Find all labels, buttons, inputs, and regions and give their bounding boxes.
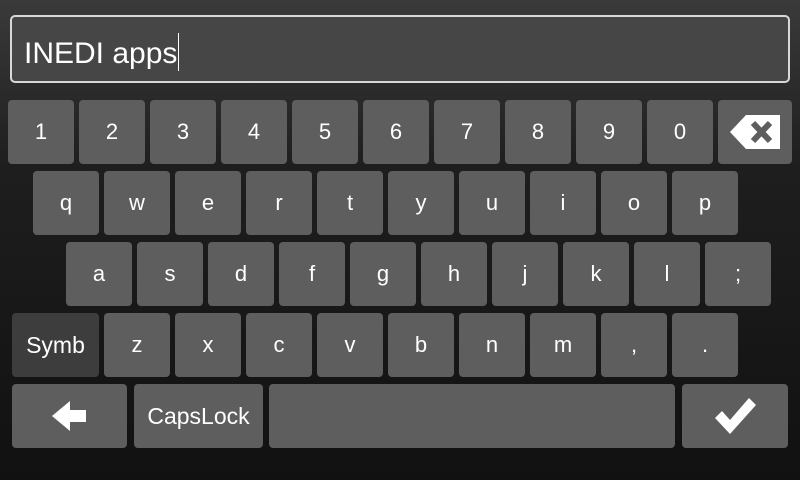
- key-l[interactable]: l: [634, 242, 700, 306]
- checkmark-icon: [715, 398, 756, 434]
- key-u[interactable]: u: [459, 171, 525, 235]
- input-value-container: INEDI apps: [24, 33, 180, 71]
- space-bar[interactable]: [269, 384, 675, 448]
- key-semicolon[interactable]: ;: [705, 242, 771, 306]
- key-m[interactable]: m: [530, 313, 596, 377]
- key-z[interactable]: z: [104, 313, 170, 377]
- arrow-left-icon: [51, 401, 86, 431]
- key-g[interactable]: g: [350, 242, 416, 306]
- key-x[interactable]: x: [175, 313, 241, 377]
- key-w[interactable]: w: [104, 171, 170, 235]
- symb-button[interactable]: Symb: [12, 313, 99, 377]
- key-n[interactable]: n: [459, 313, 525, 377]
- key-4[interactable]: 4: [221, 100, 287, 164]
- key-k[interactable]: k: [563, 242, 629, 306]
- key-i[interactable]: i: [530, 171, 596, 235]
- key-j[interactable]: j: [492, 242, 558, 306]
- key-p[interactable]: p: [672, 171, 738, 235]
- key-y[interactable]: y: [388, 171, 454, 235]
- key-9[interactable]: 9: [576, 100, 642, 164]
- key-s[interactable]: s: [137, 242, 203, 306]
- input-value: INEDI apps: [24, 37, 178, 70]
- key-o[interactable]: o: [601, 171, 667, 235]
- key-comma[interactable]: ,: [601, 313, 667, 377]
- key-v[interactable]: v: [317, 313, 383, 377]
- key-7[interactable]: 7: [434, 100, 500, 164]
- key-1[interactable]: 1: [8, 100, 74, 164]
- key-r[interactable]: r: [246, 171, 312, 235]
- key-5[interactable]: 5: [292, 100, 358, 164]
- key-h[interactable]: h: [421, 242, 487, 306]
- key-period[interactable]: .: [672, 313, 738, 377]
- capslock-button[interactable]: CapsLock: [134, 384, 263, 448]
- backspace-button[interactable]: [718, 100, 792, 164]
- key-a[interactable]: a: [66, 242, 132, 306]
- key-8[interactable]: 8: [505, 100, 571, 164]
- key-3[interactable]: 3: [150, 100, 216, 164]
- backspace-icon: [730, 115, 780, 149]
- text-caret: [178, 33, 180, 71]
- key-2[interactable]: 2: [79, 100, 145, 164]
- key-6[interactable]: 6: [363, 100, 429, 164]
- key-b[interactable]: b: [388, 313, 454, 377]
- key-e[interactable]: e: [175, 171, 241, 235]
- key-c[interactable]: c: [246, 313, 312, 377]
- key-q[interactable]: q: [33, 171, 99, 235]
- text-input-field[interactable]: INEDI apps: [10, 15, 790, 83]
- confirm-button[interactable]: [682, 384, 788, 448]
- key-0[interactable]: 0: [647, 100, 713, 164]
- key-d[interactable]: d: [208, 242, 274, 306]
- key-f[interactable]: f: [279, 242, 345, 306]
- back-button[interactable]: [12, 384, 127, 448]
- key-t[interactable]: t: [317, 171, 383, 235]
